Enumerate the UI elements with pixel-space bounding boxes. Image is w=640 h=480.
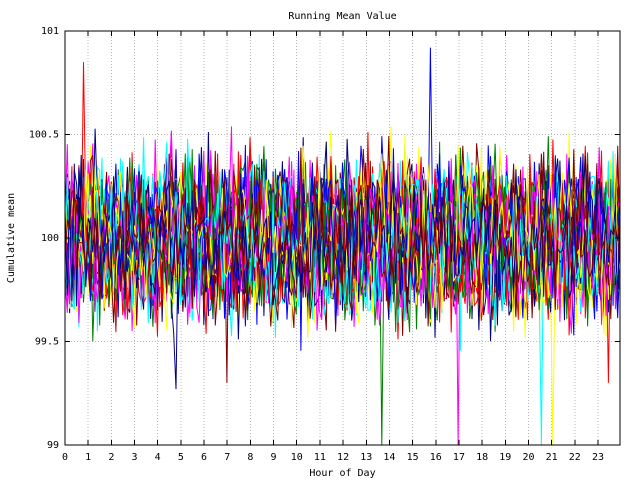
- x-tick-label: 3: [132, 452, 138, 463]
- x-tick-label: 21: [546, 452, 558, 463]
- y-tick-label: 100: [41, 233, 59, 244]
- x-tick-label: 5: [178, 452, 184, 463]
- x-tick-label: 6: [201, 452, 207, 463]
- x-tick-label: 11: [314, 452, 326, 463]
- y-tick-label: 99.5: [35, 337, 59, 348]
- x-tick-label: 16: [430, 452, 442, 463]
- series-lines: [64, 47, 621, 446]
- y-tick-label: 100.5: [29, 130, 59, 141]
- x-tick-label: 9: [271, 452, 277, 463]
- x-axis-label: Hour of Day: [309, 468, 375, 479]
- chart-title: Running Mean Value: [288, 11, 396, 22]
- x-tick-label: 13: [360, 452, 372, 463]
- x-tick-label: 15: [407, 452, 419, 463]
- x-tick-label: 14: [383, 452, 395, 463]
- x-tick-label: 23: [592, 452, 604, 463]
- x-tick-label: 7: [224, 452, 230, 463]
- x-tick-label: 22: [569, 452, 581, 463]
- x-tick-label: 0: [62, 452, 68, 463]
- x-tick-label: 20: [522, 452, 534, 463]
- y-tick-label: 99: [47, 440, 59, 451]
- running-mean-chart: 9999.5100100.5101 0 1 2 3 4 5 6 7 8 9 10 11 12 13 14 15…: [6, 11, 621, 479]
- x-tick-label: 19: [499, 452, 511, 463]
- x-tick-label: 4: [155, 452, 161, 463]
- x-tick-label: 1: [85, 452, 91, 463]
- x-tick-label: 12: [337, 452, 349, 463]
- x-tick-label: 18: [476, 452, 488, 463]
- x-tick-label: 8: [247, 452, 253, 463]
- x-tick-label: 17: [453, 452, 465, 463]
- x-tick-label: 2: [108, 452, 114, 463]
- y-axis-label: Cumulative mean: [6, 193, 17, 283]
- x-tick-label: 10: [291, 452, 303, 463]
- y-tick-label: 101: [41, 26, 59, 37]
